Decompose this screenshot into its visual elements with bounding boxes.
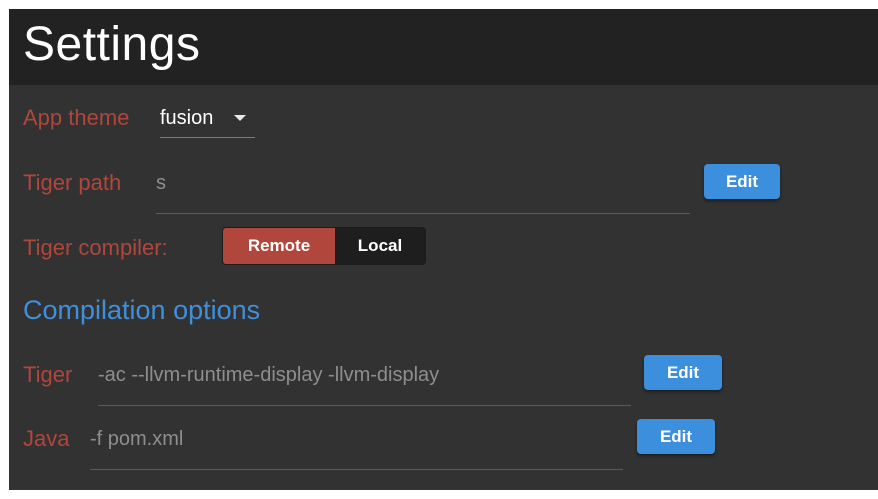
tiger-path-field[interactable]: s <box>156 169 166 197</box>
app-theme-label: App theme <box>23 105 130 130</box>
tiger-path-underline <box>156 213 690 214</box>
tiger-compiler-remote-option[interactable]: Remote <box>223 228 335 264</box>
tiger-path-label: Tiger path <box>23 170 122 195</box>
tiger-options-underline <box>98 405 631 406</box>
app-theme-select[interactable]: fusion <box>160 104 255 138</box>
java-options-edit-button[interactable]: Edit <box>637 419 715 454</box>
compilation-options-heading: Compilation options <box>23 295 261 325</box>
settings-panel: Settings App theme fusion Tiger path s E… <box>9 9 878 490</box>
tiger-compiler-local-option[interactable]: Local <box>335 228 425 264</box>
chevron-down-icon <box>234 115 246 121</box>
tiger-path-edit-button[interactable]: Edit <box>704 164 780 199</box>
page-title: Settings <box>23 18 201 71</box>
tiger-options-field[interactable]: -ac --llvm-runtime-display -llvm-display <box>98 361 439 389</box>
java-options-field[interactable]: -f pom.xml <box>90 425 183 453</box>
java-options-label: Java <box>23 426 70 451</box>
tiger-compiler-label: Tiger compiler: <box>23 235 168 260</box>
tiger-compiler-toggle: Remote Local <box>222 227 426 265</box>
tiger-options-edit-button[interactable]: Edit <box>644 355 722 390</box>
tiger-options-label: Tiger <box>23 362 73 387</box>
header-bar: Settings <box>9 9 878 85</box>
java-options-underline <box>90 469 623 470</box>
app-theme-value: fusion <box>160 107 214 129</box>
